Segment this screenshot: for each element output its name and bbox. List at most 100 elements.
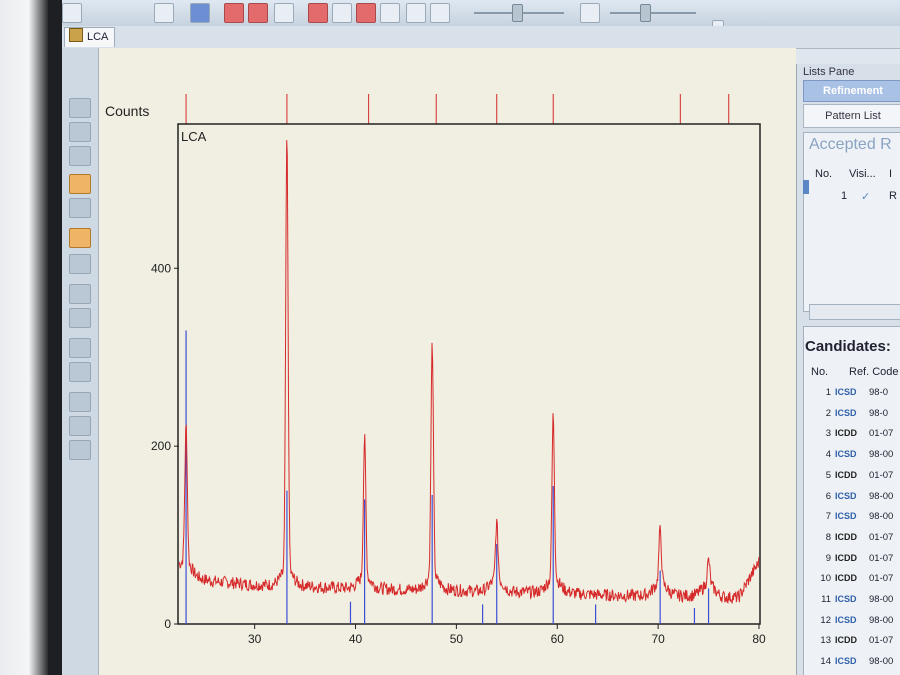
pattern-icon[interactable] — [356, 3, 376, 23]
candidate-ref-code: 98-0 — [869, 407, 889, 419]
image-icon[interactable] — [69, 338, 91, 358]
peak-icon[interactable] — [224, 3, 244, 23]
candidate-no: 1 — [825, 387, 831, 398]
accepted-row-visible[interactable]: ✓ — [861, 190, 870, 203]
x-tick-label: 50 — [450, 632, 464, 646]
option-icon[interactable] — [69, 392, 91, 412]
monitor-frame — [48, 0, 62, 675]
candidate-row[interactable]: 6 ICSD 98-00 — [815, 486, 894, 507]
x-tick-label: 40 — [349, 632, 363, 646]
candidate-no: 7 — [825, 511, 831, 523]
left-toolbar — [62, 48, 99, 675]
app-window: LCA Counts LCA 30 40 50 60 70 80 0 200 400 Li — [62, 0, 900, 675]
accepted-row-no: 1 — [841, 190, 848, 202]
icsd-db-icon: ICSD — [835, 656, 857, 667]
plot-pane: Counts LCA 30 40 50 60 70 80 0 200 400 — [99, 48, 796, 675]
profile-icon[interactable] — [274, 3, 294, 23]
plot-frame — [177, 123, 761, 625]
scale-slider-thumb[interactable] — [640, 4, 651, 22]
candidate-ref-code: 98-00 — [869, 614, 894, 626]
candidate-no: 4 — [825, 449, 831, 461]
xrd-chart[interactable]: Counts LCA 30 40 50 60 70 80 0 200 400 — [99, 48, 796, 675]
candidate-row[interactable]: 13 ICDD 01-07 — [815, 630, 893, 651]
peak-mode-icon[interactable] — [69, 174, 91, 194]
profile-mode-icon[interactable] — [69, 198, 91, 218]
y-tick-label: 0 — [164, 617, 171, 631]
candidate-row[interactable]: 9 ICDD 01-07 — [815, 548, 894, 569]
candidate-ref-code: 98-00 — [869, 449, 894, 461]
document-icon — [69, 28, 83, 42]
accepted-heading: Accepted R — [809, 136, 892, 153]
scale-slider[interactable] — [610, 12, 696, 14]
row-selector[interactable] — [803, 180, 809, 194]
candidate-ref-code: 98-00 — [869, 656, 894, 668]
candidate-no: 13 — [820, 635, 831, 647]
icdd-db-icon: ICDD — [835, 469, 857, 480]
x-tick-label: 70 — [651, 632, 665, 646]
candidate-row[interactable]: 7 ICSD 98-00 — [815, 506, 894, 527]
candidate-row[interactable]: 12 ICSD 98-00 — [815, 610, 893, 631]
fit-icon[interactable] — [308, 3, 328, 23]
candidate-row[interactable]: 5 ICDD 01-07 — [815, 465, 894, 486]
icsd-db-icon: ICSD — [835, 490, 857, 501]
cand-col-no: No. — [811, 366, 829, 378]
candidate-row[interactable]: 14 ICSD 98-00 — [815, 651, 893, 672]
chart-icon[interactable] — [190, 3, 210, 23]
tab-lca[interactable]: LCA — [64, 27, 116, 47]
pencil-icon[interactable] — [69, 284, 91, 304]
x-axis-ticks: 30 40 50 60 70 80 — [248, 624, 766, 646]
grid-icon[interactable] — [580, 3, 600, 23]
document-tabs: LCA — [62, 26, 900, 49]
pattern-icon[interactable] — [380, 3, 400, 23]
candidate-row[interactable]: 10 ICDD 01-07 — [815, 568, 893, 589]
candidates-heading: Candidates: — [805, 338, 891, 355]
candidate-row[interactable]: 8 ICDD 01-07 — [815, 527, 894, 548]
marker-icon[interactable] — [69, 146, 91, 166]
refinement-button[interactable]: Refinement — [803, 80, 900, 102]
icdd-db-icon: ICDD — [835, 428, 857, 439]
move-icon[interactable] — [69, 362, 91, 382]
rotate-icon[interactable] — [69, 98, 91, 118]
candidate-ref-code: 98-00 — [869, 490, 894, 502]
lasso-icon[interactable] — [69, 254, 91, 274]
zoom-icon[interactable] — [69, 228, 91, 248]
col-visible: Visi... — [849, 168, 876, 180]
zoom-slider-thumb[interactable] — [512, 4, 523, 22]
x-tick-label: 60 — [551, 632, 565, 646]
y-tick-label: 200 — [151, 439, 171, 453]
candidate-row[interactable]: 2 ICSD 98-0 — [815, 403, 888, 424]
candidate-ref-code: 98-0 — [869, 387, 889, 398]
y-tick-label: 400 — [151, 261, 171, 275]
y-axis-ticks: 0 200 400 — [151, 261, 179, 631]
candidate-row[interactable]: 3 ICDD 01-07 — [815, 423, 894, 444]
tool-icon[interactable] — [62, 3, 82, 23]
candidate-row[interactable]: 4 ICSD 98-00 — [815, 444, 894, 465]
candidate-no: 6 — [825, 490, 831, 502]
candidate-row[interactable]: 11 ICSD 98-00 — [815, 589, 893, 610]
candidate-ref-code: 01-07 — [869, 469, 894, 481]
pattern-list-button[interactable]: Pattern List — [803, 104, 900, 128]
icsd-db-icon: ICSD — [835, 449, 857, 460]
icsd-db-icon: ICSD — [835, 614, 857, 625]
candidate-ref-code: 98-00 — [869, 594, 894, 605]
peak-icon[interactable] — [248, 3, 268, 23]
icdd-db-icon: ICDD — [835, 531, 857, 542]
pattern-icon[interactable] — [406, 3, 426, 23]
candidate-no: 3 — [825, 428, 831, 440]
label-icon[interactable] — [69, 416, 91, 436]
candidate-ref-code: 98-00 — [869, 511, 894, 523]
candidate-no: 9 — [825, 552, 831, 564]
candidate-ref-code: 01-07 — [869, 531, 894, 543]
tool-icon[interactable] — [154, 3, 174, 23]
candidate-ref-code: 01-07 — [869, 552, 894, 564]
candidate-row[interactable]: 1 ICSD 98-0 — [815, 382, 888, 403]
horizontal-scrollbar[interactable] — [809, 304, 900, 320]
monitor-bezel — [0, 0, 48, 675]
candidate-ref-code: 01-07 — [869, 573, 894, 585]
sphere-icon[interactable] — [332, 3, 352, 23]
scale-icon[interactable] — [69, 440, 91, 460]
eraser-icon[interactable] — [69, 308, 91, 328]
x-tick-label: 30 — [248, 632, 262, 646]
pattern-icon[interactable] — [430, 3, 450, 23]
magnifier-icon[interactable] — [69, 122, 91, 142]
